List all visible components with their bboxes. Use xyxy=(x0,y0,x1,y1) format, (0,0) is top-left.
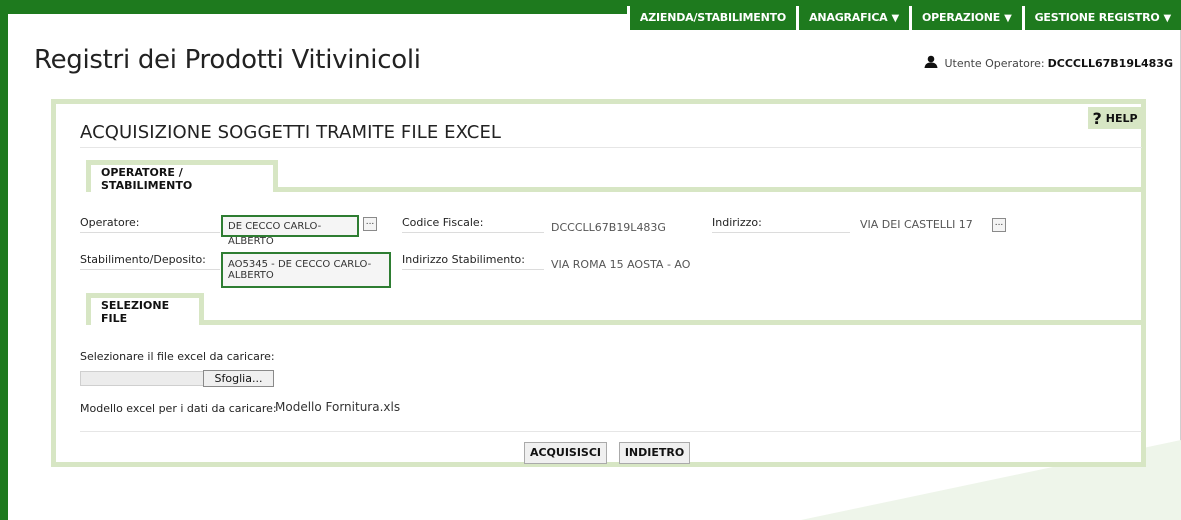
indirizzo-stabilimento-label: Indirizzo Stabilimento: xyxy=(402,253,525,266)
page-title: Registri dei Prodotti Vitivinicoli xyxy=(34,45,421,75)
chevron-down-icon: ▼ xyxy=(1163,13,1172,24)
browse-button[interactable]: Sfoglia... xyxy=(203,370,274,387)
tab-selezione-file[interactable]: SELEZIONE FILE xyxy=(86,293,204,325)
main-nav: AZIENDA/STABILIMENTO ANAGRAFICA ▼ OPERAZI… xyxy=(626,6,1181,30)
tab-operatore-label: OPERATORE / STABILIMENTO xyxy=(101,165,193,192)
operatore-label: Operatore: xyxy=(80,216,140,229)
nav-operazione[interactable]: OPERAZIONE ▼ xyxy=(909,6,1022,30)
title-divider xyxy=(80,147,1142,148)
chevron-down-icon: ▼ xyxy=(1004,13,1012,24)
left-frame-stripe xyxy=(0,14,8,520)
select-file-label: Selezionare il file excel da caricare: xyxy=(80,350,275,363)
user-icon xyxy=(924,55,938,71)
model-file-link[interactable]: Modello Fornitura.xls xyxy=(275,400,400,414)
help-label: HELP xyxy=(1105,111,1138,125)
underline xyxy=(80,269,220,270)
underline xyxy=(712,232,850,233)
nav-azienda-label: AZIENDA/STABILIMENTO xyxy=(639,11,787,24)
user-label: Utente Operatore: xyxy=(944,56,1045,70)
left-frame-gap xyxy=(8,14,9,520)
actions-divider xyxy=(80,431,1142,432)
underline xyxy=(402,232,544,233)
stabilimento-field[interactable]: AO5345 - DE CECCO CARLO-ALBERTO xyxy=(221,252,391,288)
underline xyxy=(402,269,544,270)
operatore-lookup-button[interactable]: ... xyxy=(363,217,377,231)
indirizzo-lookup-button[interactable]: ... xyxy=(992,218,1006,232)
indietro-button[interactable]: INDIETRO xyxy=(619,442,690,464)
chevron-down-icon: ▼ xyxy=(891,13,900,24)
tab-divider xyxy=(204,320,1142,325)
panel-title: ACQUISIZIONE SOGGETTI TRAMITE FILE EXCEL xyxy=(80,122,502,143)
acquisisci-button[interactable]: ACQUISISCI xyxy=(524,442,607,464)
indirizzo-label: Indirizzo: xyxy=(712,216,762,229)
nav-anagrafica[interactable]: ANAGRAFICA ▼ xyxy=(796,6,909,30)
stabilimento-label: Stabilimento/Deposito: xyxy=(80,253,206,266)
tab-operatore-stabilimento[interactable]: OPERATORE / STABILIMENTO xyxy=(86,160,278,192)
tab-selezione-label: SELEZIONE FILE xyxy=(101,298,170,325)
indirizzo-value: VIA DEI CASTELLI 17 xyxy=(860,218,973,231)
help-button[interactable]: ? HELP xyxy=(1088,107,1142,129)
nav-gestione-label: GESTIONE REGISTRO xyxy=(1034,11,1160,24)
user-info: Utente Operatore: DCCCLL67B19L483G xyxy=(924,55,1173,71)
user-code: DCCCLL67B19L483G xyxy=(1047,56,1173,70)
model-label: Modello excel per i dati da caricare: xyxy=(80,402,277,415)
nav-azienda-stabilimento[interactable]: AZIENDA/STABILIMENTO xyxy=(626,6,796,30)
codice-fiscale-value: DCCCLL67B19L483G xyxy=(551,221,666,234)
help-icon: ? xyxy=(1092,108,1102,128)
tab-divider xyxy=(278,187,1142,192)
nav-anagrafica-label: ANAGRAFICA xyxy=(809,11,888,24)
file-path-input[interactable] xyxy=(80,371,204,386)
operatore-field[interactable]: DE CECCO CARLO-ALBERTO xyxy=(221,215,359,247)
nav-operazione-label: OPERAZIONE xyxy=(922,11,1001,24)
nav-gestione-registro[interactable]: GESTIONE REGISTRO ▼ xyxy=(1021,6,1181,30)
codice-fiscale-label: Codice Fiscale: xyxy=(402,216,484,229)
underline xyxy=(80,232,220,233)
indirizzo-stabilimento-value: VIA ROMA 15 AOSTA - AO xyxy=(551,258,691,271)
